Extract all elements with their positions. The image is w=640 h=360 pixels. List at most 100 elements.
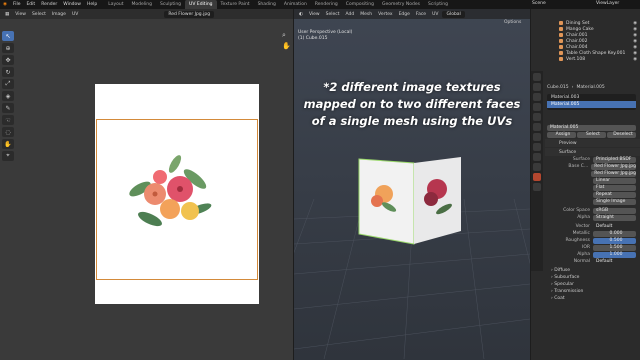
tool-tab-icon[interactable]: [533, 73, 541, 81]
alpha-mode-select[interactable]: Straight: [593, 214, 636, 221]
rotate-tool-icon[interactable]: ↻: [2, 67, 14, 77]
textured-cube[interactable]: [349, 149, 479, 249]
pan-hand-icon[interactable]: ✋: [282, 42, 291, 50]
material-tab-icon[interactable]: [533, 173, 541, 181]
vp-menu-mesh[interactable]: Mesh: [358, 12, 374, 17]
outliner[interactable]: Dining Set ◉ Mango Cake ◉ Chair.001 ◉ Chair…: [531, 9, 640, 67]
tab-texture-paint[interactable]: Texture Paint: [217, 0, 254, 9]
vp-menu-vertex[interactable]: Vertex: [376, 12, 394, 17]
tab-compositing[interactable]: Compositing: [342, 0, 378, 9]
material-slot-list[interactable]: Material.003 Material.005: [547, 94, 636, 110]
material-slot-selected[interactable]: Material.005: [547, 101, 636, 108]
deselect-button[interactable]: Deselect: [607, 131, 636, 138]
outliner-item[interactable]: Vert.108 ◉: [531, 56, 640, 62]
preview-section[interactable]: Preview: [545, 139, 640, 147]
material-name-field[interactable]: Material.005: [547, 124, 636, 131]
base-color-field[interactable]: Red Flower Jpg.jpg: [591, 163, 636, 170]
move-tool-icon[interactable]: ✥: [2, 55, 14, 65]
tab-animation[interactable]: Animation: [280, 0, 311, 9]
menu-window[interactable]: Window: [60, 2, 84, 7]
ior-field[interactable]: 1.500: [593, 244, 636, 251]
vp-menu-edge[interactable]: Edge: [397, 12, 412, 17]
grab-tool-icon[interactable]: ☜: [2, 115, 14, 125]
normal-value[interactable]: Default: [593, 259, 636, 265]
uv-menu-uv[interactable]: UV: [70, 12, 80, 17]
interpolation-select[interactable]: Linear: [593, 177, 636, 184]
render-tab-icon[interactable]: [533, 83, 541, 91]
constraints-tab-icon[interactable]: [533, 153, 541, 161]
visibility-eye-icon[interactable]: ◉: [633, 51, 637, 56]
alpha-slider[interactable]: 1.000: [593, 251, 636, 258]
uv-island-outline[interactable]: [96, 119, 258, 280]
diffuse-section[interactable]: › Diffuse: [545, 267, 640, 274]
3d-viewport[interactable]: ◐ View Select Add Mesh Vertex Edge Face …: [294, 9, 530, 360]
world-tab-icon[interactable]: [533, 113, 541, 121]
projection-select[interactable]: Flat: [593, 184, 636, 191]
tab-geometry-nodes[interactable]: Geometry Nodes: [378, 0, 424, 9]
viewport-editor-icon[interactable]: ◐: [297, 12, 305, 17]
scene-tab-icon[interactable]: [533, 103, 541, 111]
surface-section[interactable]: Surface: [545, 148, 640, 156]
tab-modeling[interactable]: Modeling: [128, 0, 156, 9]
vector-value[interactable]: Default: [593, 224, 636, 230]
orientation-selector[interactable]: Global: [442, 10, 465, 18]
select-tool-icon[interactable]: ↖: [2, 31, 14, 41]
menu-help[interactable]: Help: [84, 2, 100, 7]
menu-render[interactable]: Render: [38, 2, 60, 7]
uv-menu-image[interactable]: Image: [50, 12, 68, 17]
scene-selector[interactable]: Scene: [532, 1, 546, 6]
modifier-tab-icon[interactable]: [533, 133, 541, 141]
visibility-eye-icon[interactable]: ◉: [633, 33, 637, 38]
assign-button[interactable]: Assign: [547, 131, 576, 138]
annotate-tool-icon[interactable]: ✎: [2, 103, 14, 113]
uv-menu-select[interactable]: Select: [30, 12, 48, 17]
pinch-tool-icon[interactable]: ✋: [2, 139, 14, 149]
visibility-eye-icon[interactable]: ◉: [633, 39, 637, 44]
extension-select[interactable]: Repeat: [593, 191, 636, 198]
tab-scripting[interactable]: Scripting: [424, 0, 452, 9]
texture-tab-icon[interactable]: [533, 183, 541, 191]
object-tab-icon[interactable]: [533, 123, 541, 131]
uv-editor[interactable]: ▦ View Select Image UV Red Flower Jpg.jp…: [0, 9, 293, 360]
select-button[interactable]: Select: [577, 131, 606, 138]
cursor-tool-icon[interactable]: ⊕: [2, 43, 14, 53]
subsurface-section[interactable]: › Subsurface: [545, 274, 640, 281]
transmission-section[interactable]: › Transmission: [545, 288, 640, 295]
metallic-slider[interactable]: 0.000: [593, 230, 636, 237]
vp-menu-face[interactable]: Face: [414, 12, 428, 17]
vp-menu-select[interactable]: Select: [324, 12, 342, 17]
output-tab-icon[interactable]: [533, 93, 541, 101]
uv-menu-view[interactable]: View: [13, 12, 28, 17]
roughness-slider[interactable]: 0.500: [593, 237, 636, 244]
relax-tool-icon[interactable]: ◌: [2, 127, 14, 137]
menu-file[interactable]: File: [10, 2, 24, 7]
transform-tool-icon[interactable]: ◈: [2, 91, 14, 101]
tab-rendering[interactable]: Rendering: [311, 0, 342, 9]
image-datablock-field[interactable]: Red Flower Jpg.jpg: [591, 170, 636, 177]
color-space-select[interactable]: sRGB: [593, 207, 636, 214]
visibility-eye-icon[interactable]: ◉: [633, 21, 637, 26]
editor-type-icon[interactable]: ▦: [3, 12, 11, 17]
options-button[interactable]: Options: [504, 20, 521, 25]
menu-edit[interactable]: Edit: [23, 2, 38, 7]
coat-section[interactable]: › Coat: [545, 295, 640, 302]
surface-shader-field[interactable]: Principled BSDF: [593, 156, 636, 163]
tab-uv-editing[interactable]: UV Editing: [185, 0, 217, 9]
tab-sculpting[interactable]: Sculpting: [156, 0, 185, 9]
tab-shading[interactable]: Shading: [254, 0, 280, 9]
tab-layout[interactable]: Layout: [104, 0, 127, 9]
visibility-eye-icon[interactable]: ◉: [633, 57, 637, 62]
source-select[interactable]: Single Image: [593, 198, 636, 205]
visibility-eye-icon[interactable]: ◉: [633, 45, 637, 50]
view-layer-selector[interactable]: ViewLayer: [596, 1, 619, 6]
image-selector[interactable]: Red Flower Jpg.jpg: [164, 10, 215, 18]
vp-menu-uv[interactable]: UV: [430, 12, 440, 17]
physics-tab-icon[interactable]: [533, 143, 541, 151]
material-slot[interactable]: Material.003: [547, 94, 636, 101]
vp-menu-add[interactable]: Add: [344, 12, 357, 17]
scale-tool-icon[interactable]: ⤢: [2, 79, 14, 89]
sample-tool-icon[interactable]: ⌖: [2, 151, 14, 161]
vp-menu-view[interactable]: View: [307, 12, 322, 17]
visibility-eye-icon[interactable]: ◉: [633, 27, 637, 32]
blender-logo-icon[interactable]: ◉: [0, 2, 10, 7]
